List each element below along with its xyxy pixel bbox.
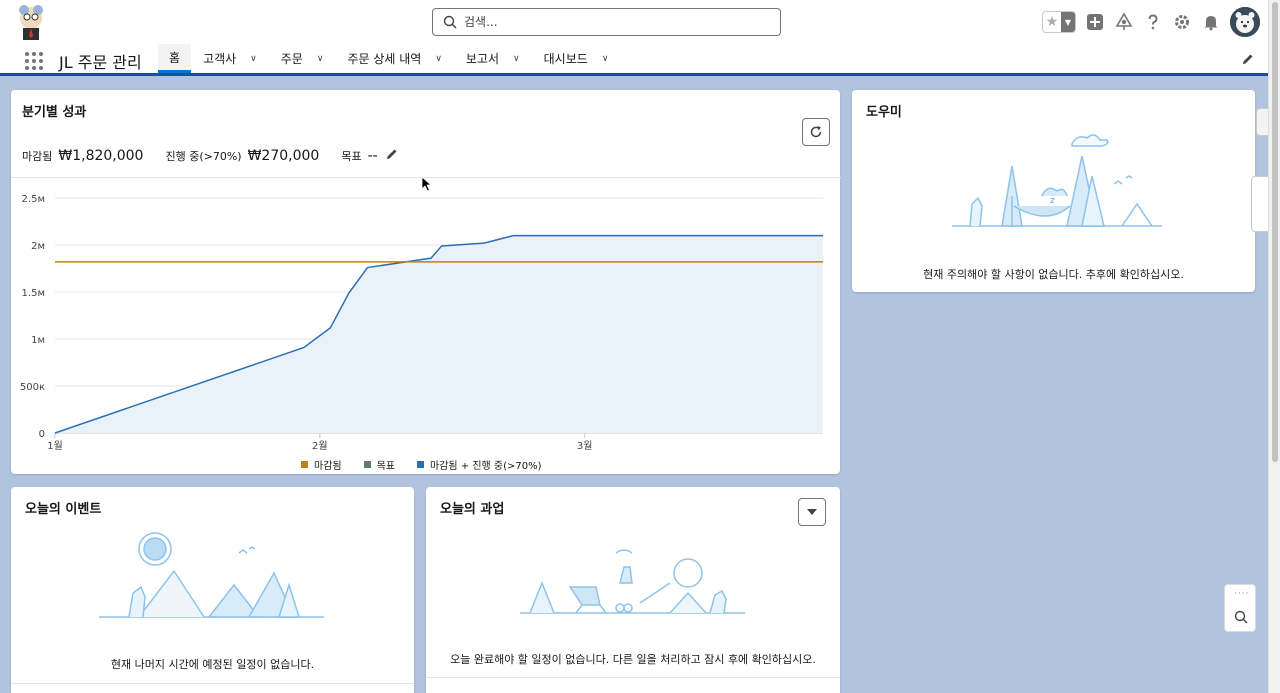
- notification-bell-icon[interactable]: [1201, 12, 1221, 32]
- legend-swatch: [363, 461, 371, 468]
- chevron-down-icon[interactable]: ∨: [317, 54, 324, 64]
- legend-label: 마감됨: [314, 461, 342, 472]
- tab-order-details[interactable]: 주문 상세 내역 ∨: [335, 44, 453, 73]
- legend-label: 목표: [376, 461, 396, 472]
- global-search[interactable]: [432, 8, 781, 36]
- floating-utility-panel: ····: [1224, 584, 1256, 632]
- events-empty-message: 현재 나머지 시간에 예정된 일정이 없습니다.: [110, 658, 315, 671]
- card-title: 도우미: [866, 105, 902, 120]
- page-scrollbar[interactable]: [1268, 0, 1280, 693]
- refresh-button[interactable]: [802, 118, 830, 146]
- header-utility-icons: ★ ▼: [1042, 6, 1260, 38]
- camping-chair-illustration: [520, 549, 745, 614]
- edit-goal-icon[interactable]: [386, 148, 398, 163]
- assistant-empty-message: 현재 주의해야 할 사항이 없습니다. 추후에 확인하십시오.: [923, 268, 1184, 281]
- tab-label: 대시보드: [543, 52, 588, 66]
- mouse-cursor-icon: [421, 176, 433, 192]
- tasks-card-footer: [426, 677, 840, 693]
- tab-reports[interactable]: 보고서 ∨: [454, 44, 532, 73]
- global-header: ★ ▼: [0, 0, 1280, 44]
- tab-dashboards[interactable]: 대시보드 ∨: [532, 44, 621, 73]
- favorites-dropdown-icon[interactable]: ▼: [1061, 12, 1075, 32]
- chevron-down-icon[interactable]: ∨: [250, 54, 257, 64]
- chevron-down-icon[interactable]: ∨: [435, 54, 442, 64]
- y-tick-label: 1.5м: [22, 288, 45, 299]
- search-input[interactable]: [464, 15, 754, 29]
- camping-hammock-illustration: z: [952, 134, 1162, 227]
- tab-label: 주문 상세 내역: [347, 52, 422, 66]
- goal-label: 목표: [341, 150, 362, 163]
- trailhead-icon[interactable]: [1114, 12, 1134, 32]
- quarterly-performance-card: 분기별 성과 마감됨 ₩1,820,000 진행 중(>70%) ₩270,00…: [11, 90, 841, 475]
- todays-tasks-card: 오늘의 과업 오늘 완료해야 할 일정이 없습니다. 다른 일을 처리하고 잠시…: [426, 487, 840, 693]
- legend-item-closed-open[interactable]: 마감됨 + 진행 중(>70%): [417, 457, 542, 472]
- performance-chart-area: 0 500к 1м 1.5м 2м 2.5м 1월 2월 3월: [11, 177, 841, 475]
- tasks-filter-dropdown[interactable]: [798, 498, 826, 526]
- tab-home[interactable]: 홈: [158, 44, 192, 73]
- open-value: ₩270,000: [247, 148, 320, 164]
- search-icon[interactable]: [1234, 610, 1248, 624]
- x-tick-label: 3월: [577, 440, 593, 452]
- chevron-down-icon: [807, 509, 817, 515]
- x-tick-label: 1월: [47, 440, 63, 452]
- y-tick-label: 2м: [31, 241, 45, 252]
- events-card-footer: [11, 683, 414, 693]
- card-title: 오늘의 과업: [440, 502, 505, 517]
- nav-tabs: 홈 고객사 ∨ 주문 ∨ 주문 상세 내역 ∨ 보고서 ∨ 대시보드 ∨: [158, 44, 620, 73]
- svg-text:z: z: [1050, 196, 1055, 206]
- org-logo[interactable]: [14, 4, 48, 40]
- star-icon[interactable]: ★: [1043, 12, 1061, 32]
- performance-metrics: 마감됨 ₩1,820,000 진행 중(>70%) ₩270,000 목표 --: [22, 148, 398, 164]
- tab-label: 보고서: [465, 52, 500, 66]
- drag-handle-icon[interactable]: ····: [1234, 589, 1249, 599]
- legend-item-goal[interactable]: 목표: [363, 457, 396, 472]
- app-nav-bar: JL 주문 관리 홈 고객사 ∨ 주문 ∨ 주문 상세 내역 ∨ 보고서 ∨ 대시보드 ∨: [0, 44, 1280, 76]
- assistant-card: 도우미 z 현재 주의해야 할 사항이 없습니다. 추후에 확인하십시오.: [852, 90, 1255, 292]
- todays-events-card: 오늘의 이벤트 현재 나머지 시간에 예정된 일정이 없습니다.: [11, 487, 414, 693]
- chevron-down-icon[interactable]: ∨: [602, 54, 609, 64]
- chevron-down-icon[interactable]: ∨: [513, 54, 520, 64]
- tab-accounts[interactable]: 고객사 ∨: [191, 44, 269, 73]
- tab-label: 홈: [169, 50, 181, 65]
- help-icon[interactable]: [1143, 12, 1163, 32]
- edit-nav-icon[interactable]: [1242, 53, 1254, 68]
- refresh-icon: [810, 126, 822, 138]
- y-tick-label: 2.5м: [22, 194, 45, 205]
- legend-item-closed[interactable]: 마감됨: [301, 457, 342, 472]
- y-tick-label: 0: [39, 429, 45, 440]
- app-launcher-icon[interactable]: [25, 52, 43, 70]
- app-name: JL 주문 관리: [59, 53, 142, 72]
- global-actions-icon[interactable]: [1085, 12, 1105, 32]
- search-icon: [443, 15, 457, 29]
- series-area-closed-open: [55, 235, 823, 433]
- camping-tent-illustration: [99, 532, 324, 618]
- card-title: 오늘의 이벤트: [25, 502, 102, 517]
- y-tick-label: 1м: [31, 335, 45, 346]
- tab-label: 주문: [280, 52, 303, 66]
- card-title: 분기별 성과: [22, 105, 87, 120]
- tab-label: 고객사: [203, 52, 237, 66]
- favorites-group: ★ ▼: [1042, 11, 1076, 33]
- chart-legend: 마감됨 목표 마감됨 + 진행 중(>70%): [301, 457, 542, 472]
- closed-value: ₩1,820,000: [58, 148, 144, 164]
- legend-swatch: [417, 461, 425, 468]
- legend-label: 마감됨 + 진행 중(>70%): [430, 461, 542, 472]
- goal-value: --: [367, 148, 378, 164]
- y-tick-label: 500к: [20, 382, 45, 393]
- gear-icon[interactable]: [1172, 12, 1192, 32]
- x-tick-label: 2월: [312, 440, 328, 452]
- tasks-empty-message: 오늘 완료해야 할 일정이 없습니다. 다른 일을 처리하고 잠시 후에 확인하…: [450, 653, 816, 666]
- user-avatar[interactable]: [1230, 7, 1260, 37]
- scrollbar-thumb[interactable]: [1272, 2, 1278, 462]
- tab-orders[interactable]: 주문 ∨: [269, 44, 336, 73]
- open-label: 진행 중(>70%): [165, 150, 242, 163]
- performance-chart: 0 500к 1м 1.5м 2м 2.5м 1월 2월 3월: [20, 194, 823, 452]
- closed-label: 마감됨: [22, 150, 53, 163]
- legend-swatch: [301, 461, 308, 468]
